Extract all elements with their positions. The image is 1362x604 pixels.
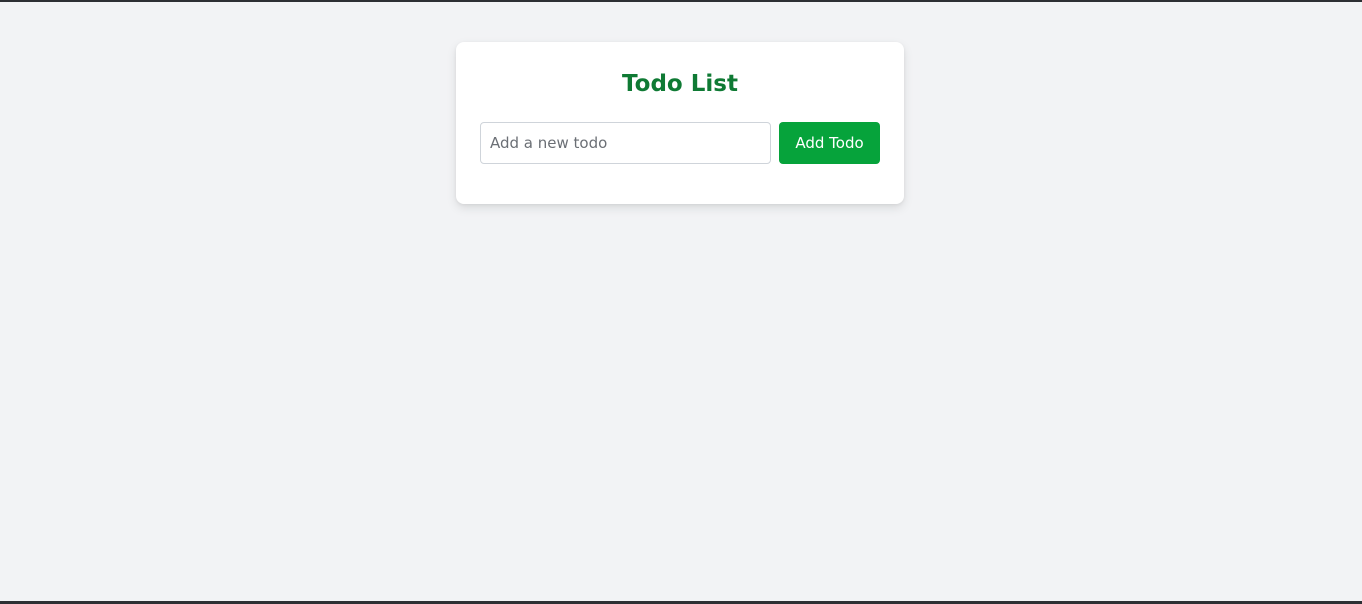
todo-card: Todo List Add Todo bbox=[456, 42, 904, 204]
window-top-border bbox=[0, 0, 1362, 2]
add-todo-button[interactable]: Add Todo bbox=[779, 122, 880, 164]
new-todo-input[interactable] bbox=[480, 122, 771, 164]
page-title: Todo List bbox=[622, 71, 738, 97]
